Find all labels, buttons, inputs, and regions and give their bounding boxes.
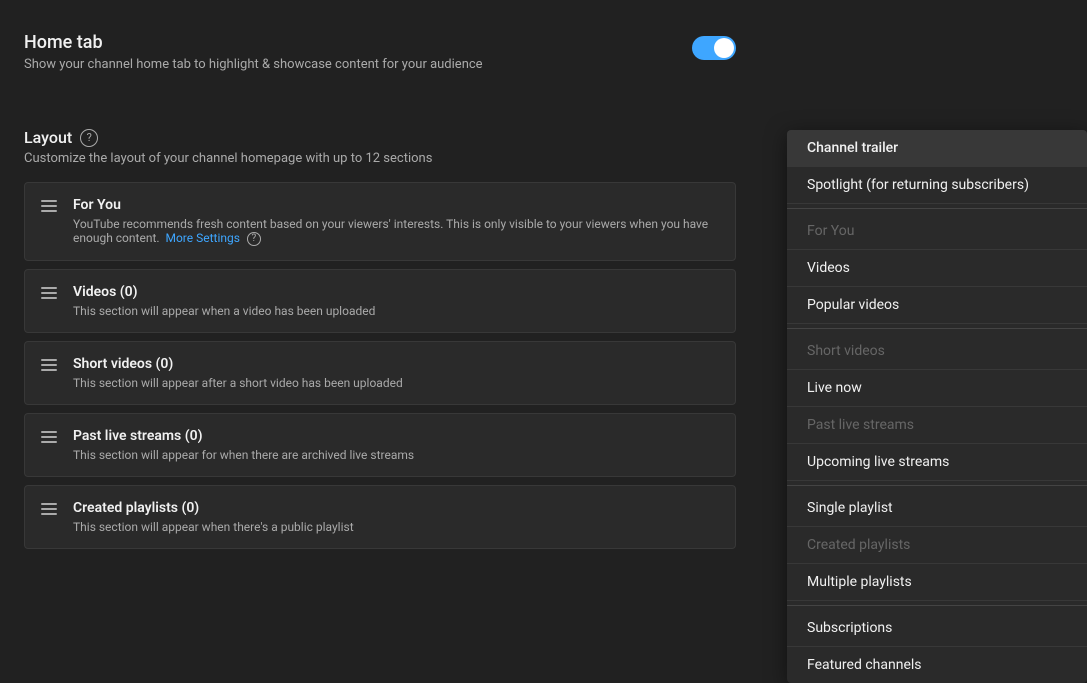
section-row-created-playlists: Created playlists (0) This section will …	[24, 485, 736, 549]
more-settings-link[interactable]: More Settings	[165, 231, 239, 245]
divider-1	[787, 208, 1087, 209]
dropdown-item-multiple-playlists[interactable]: Multiple playlists	[787, 564, 1087, 601]
dropdown-item-for-you: For You	[787, 213, 1087, 250]
row-desc-short-videos: This section will appear after a short v…	[73, 376, 403, 390]
divider-3	[787, 485, 1087, 486]
dropdown-item-spotlight[interactable]: Spotlight (for returning subscribers)	[787, 167, 1087, 204]
row-desc-past-live: This section will appear for when there …	[73, 448, 414, 462]
row-content-for-you: For You YouTube recommends fresh content…	[73, 197, 719, 246]
dropdown-item-short-videos: Short videos	[787, 333, 1087, 370]
row-desc-for-you: YouTube recommends fresh content based o…	[73, 217, 719, 246]
drag-handle-past-live[interactable]	[41, 428, 57, 443]
row-title-created-playlists: Created playlists (0)	[73, 500, 354, 516]
row-title-videos: Videos (0)	[73, 284, 375, 300]
home-tab-title: Home tab	[24, 32, 483, 53]
section-row-short-videos: Short videos (0) This section will appea…	[24, 341, 736, 405]
layout-section: Layout ? Customize the layout of your ch…	[24, 128, 736, 549]
dropdown-item-live-now[interactable]: Live now	[787, 370, 1087, 407]
row-content-past-live: Past live streams (0) This section will …	[73, 428, 414, 462]
row-content-created-playlists: Created playlists (0) This section will …	[73, 500, 354, 534]
divider-4	[787, 605, 1087, 606]
add-section-dropdown: Channel trailer Spotlight (for returning…	[787, 130, 1087, 683]
row-content-short-videos: Short videos (0) This section will appea…	[73, 356, 403, 390]
row-title-short-videos: Short videos (0)	[73, 356, 403, 372]
drag-handle-for-you[interactable]	[41, 197, 57, 212]
drag-handle-created-playlists[interactable]	[41, 500, 57, 515]
row-title-for-you: For You	[73, 197, 719, 213]
dropdown-item-created-playlists: Created playlists	[787, 527, 1087, 564]
layout-header: Layout ?	[24, 128, 736, 147]
layout-description: Customize the layout of your channel hom…	[24, 151, 736, 166]
layout-title: Layout	[24, 128, 72, 147]
dropdown-item-subscriptions[interactable]: Subscriptions	[787, 610, 1087, 647]
row-content-videos: Videos (0) This section will appear when…	[73, 284, 375, 318]
section-row-videos: Videos (0) This section will appear when…	[24, 269, 736, 333]
dropdown-item-channel-trailer[interactable]: Channel trailer	[787, 130, 1087, 167]
row-desc-videos: This section will appear when a video ha…	[73, 304, 375, 318]
row-title-past-live: Past live streams (0)	[73, 428, 414, 444]
home-tab-section: Home tab Show your channel home tab to h…	[24, 32, 736, 96]
drag-handle-short-videos[interactable]	[41, 356, 57, 371]
main-content: Home tab Show your channel home tab to h…	[0, 0, 760, 589]
home-tab-text: Home tab Show your channel home tab to h…	[24, 32, 483, 96]
dropdown-item-single-playlist[interactable]: Single playlist	[787, 490, 1087, 527]
section-row-for-you: For You YouTube recommends fresh content…	[24, 182, 736, 261]
section-row-past-live: Past live streams (0) This section will …	[24, 413, 736, 477]
home-tab-description: Show your channel home tab to highlight …	[24, 57, 483, 72]
dropdown-item-featured-channels[interactable]: Featured channels	[787, 647, 1087, 683]
dropdown-item-upcoming-live-streams[interactable]: Upcoming live streams	[787, 444, 1087, 481]
dropdown-item-past-live-streams: Past live streams	[787, 407, 1087, 444]
row-desc-created-playlists: This section will appear when there's a …	[73, 520, 354, 534]
home-tab-toggle[interactable]	[692, 36, 736, 60]
dropdown-item-popular-videos[interactable]: Popular videos	[787, 287, 1087, 324]
more-settings-help-icon[interactable]: ?	[247, 232, 261, 246]
drag-handle-videos[interactable]	[41, 284, 57, 299]
dropdown-item-videos[interactable]: Videos	[787, 250, 1087, 287]
layout-help-icon[interactable]: ?	[80, 129, 98, 147]
divider-2	[787, 328, 1087, 329]
